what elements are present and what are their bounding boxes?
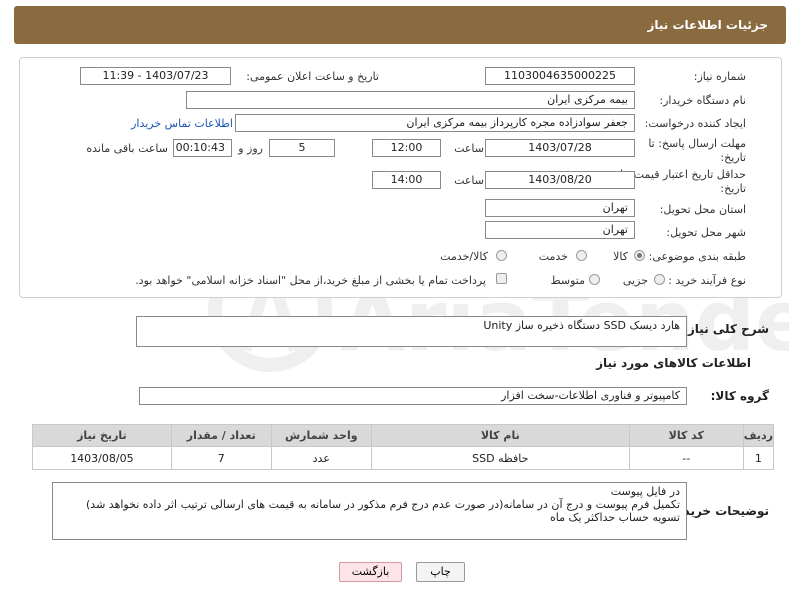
goods-group-label: گروه کالا: (710, 389, 769, 403)
category-radio-goods-service[interactable] (496, 250, 507, 261)
page-header: جزئیات اطلاعات نیاز (14, 6, 786, 44)
price-validity-date-field: 1403/08/20 (485, 171, 635, 189)
cell-unit: عدد (270, 446, 372, 470)
buyer-notes-field: در فایل پیوست تکمیل فرم پیوست و درج آن د… (52, 482, 687, 540)
category-option-goods-service: کالا/خدمت (440, 250, 488, 263)
days-remaining-field: 5 (269, 139, 335, 157)
buyer-org-field: بیمه مرکزی ایران (186, 91, 635, 109)
process-option-minor: جزیی (622, 274, 648, 287)
process-type-label: نوع فرآیند خرید : (668, 274, 746, 287)
process-radio-minor[interactable] (654, 274, 665, 285)
reply-time-label: ساعت (454, 142, 484, 155)
category-label: طبقه بندی موضوعی: (648, 250, 746, 263)
col-header-date: تاریخ نیاز (32, 424, 172, 447)
cell-quantity: 7 (170, 446, 272, 470)
category-option-service: خدمت (538, 250, 568, 263)
days-label: روز و (238, 142, 263, 155)
cell-need-date: 1403/08/05 (32, 446, 172, 470)
reply-time-field: 12:00 (372, 139, 441, 157)
process-radio-medium[interactable] (589, 274, 600, 285)
description-label: شرح کلی نیاز: (683, 322, 769, 336)
buyer-notes-line: در فایل پیوست (610, 485, 680, 498)
col-header-code: کد کالا (628, 424, 744, 447)
creator-label: ایجاد کننده درخواست: (644, 117, 746, 130)
reply-date-field: 1403/07/28 (485, 139, 635, 157)
time-remaining-label: ساعت باقی مانده (86, 142, 168, 155)
need-number-label: شماره نیاز: (693, 70, 746, 83)
announce-datetime-field: 1403/07/23 - 11:39 (80, 67, 231, 85)
col-header-unit: واحد شمارش (270, 424, 372, 447)
page-title: جزئیات اطلاعات نیاز (647, 18, 768, 32)
cell-name: حافظه SSD (370, 446, 630, 470)
category-radio-goods[interactable] (634, 250, 645, 261)
category-radio-service[interactable] (576, 250, 587, 261)
goods-group-field: کامپیوتر و فناوری اطلاعات-سخت افزار (139, 387, 687, 405)
city-label: شهر محل تحویل: (666, 226, 746, 239)
process-option-medium: متوسط (550, 274, 585, 287)
price-time-label: ساعت (454, 174, 484, 187)
buyer-notes-line: تکمیل فرم پیوست و درج آن در سامانه(در صو… (86, 498, 680, 511)
category-option-goods: کالا (613, 250, 628, 263)
buyer-contact-link[interactable]: اطلاعات تماس خریدار (131, 117, 233, 130)
print-button[interactable]: چاپ (416, 562, 465, 582)
reply-deadline-label-date: تاریخ: (720, 151, 746, 164)
city-field: تهران (485, 221, 635, 239)
announce-datetime-label: تاریخ و ساعت اعلان عمومی: (246, 70, 379, 83)
col-header-row: ردیف (742, 424, 775, 447)
goods-table: ردیف کد کالا نام کالا واحد شمارش تعداد /… (32, 424, 775, 470)
buyer-org-label: نام دستگاه خریدار: (659, 94, 746, 107)
col-header-quantity: تعداد / مقدار (170, 424, 272, 447)
reply-deadline-label: مهلت ارسال پاسخ: تا (648, 137, 746, 150)
cell-code: -- (628, 446, 744, 470)
province-field: تهران (485, 199, 635, 217)
price-validity-label-date: تاریخ: (720, 182, 746, 195)
price-validity-label: حداقل تاریخ اعتبار قیمت: تا (620, 168, 746, 181)
cell-row-number: 1 (742, 446, 775, 470)
province-label: استان محل تحویل: (659, 203, 746, 216)
price-validity-time-field: 14:00 (372, 171, 441, 189)
description-field: هارد دیسک SSD دستگاه ذخیره ساز Unity (136, 316, 687, 347)
goods-info-title: اطلاعات کالاهای مورد نیاز (596, 356, 751, 370)
creator-field: جعفر سوادزاده مجره کارپرداز بیمه مرکزی ا… (235, 114, 635, 132)
time-remaining-field: 00:10:43 (173, 139, 232, 157)
buyer-notes-line: تسویه حساب حداکثر یک ماه (550, 511, 680, 524)
back-button[interactable]: بازگشت (339, 562, 402, 582)
table-row: 1 -- حافظه SSD عدد 7 1403/08/05 (32, 446, 775, 470)
need-number-field: 1103004635000225 (485, 67, 635, 85)
treasury-payment-checkbox[interactable] (496, 273, 507, 284)
col-header-name: نام کالا (370, 424, 630, 447)
treasury-payment-note: پرداخت تمام یا بخشی از مبلغ خرید،از محل … (135, 274, 486, 287)
